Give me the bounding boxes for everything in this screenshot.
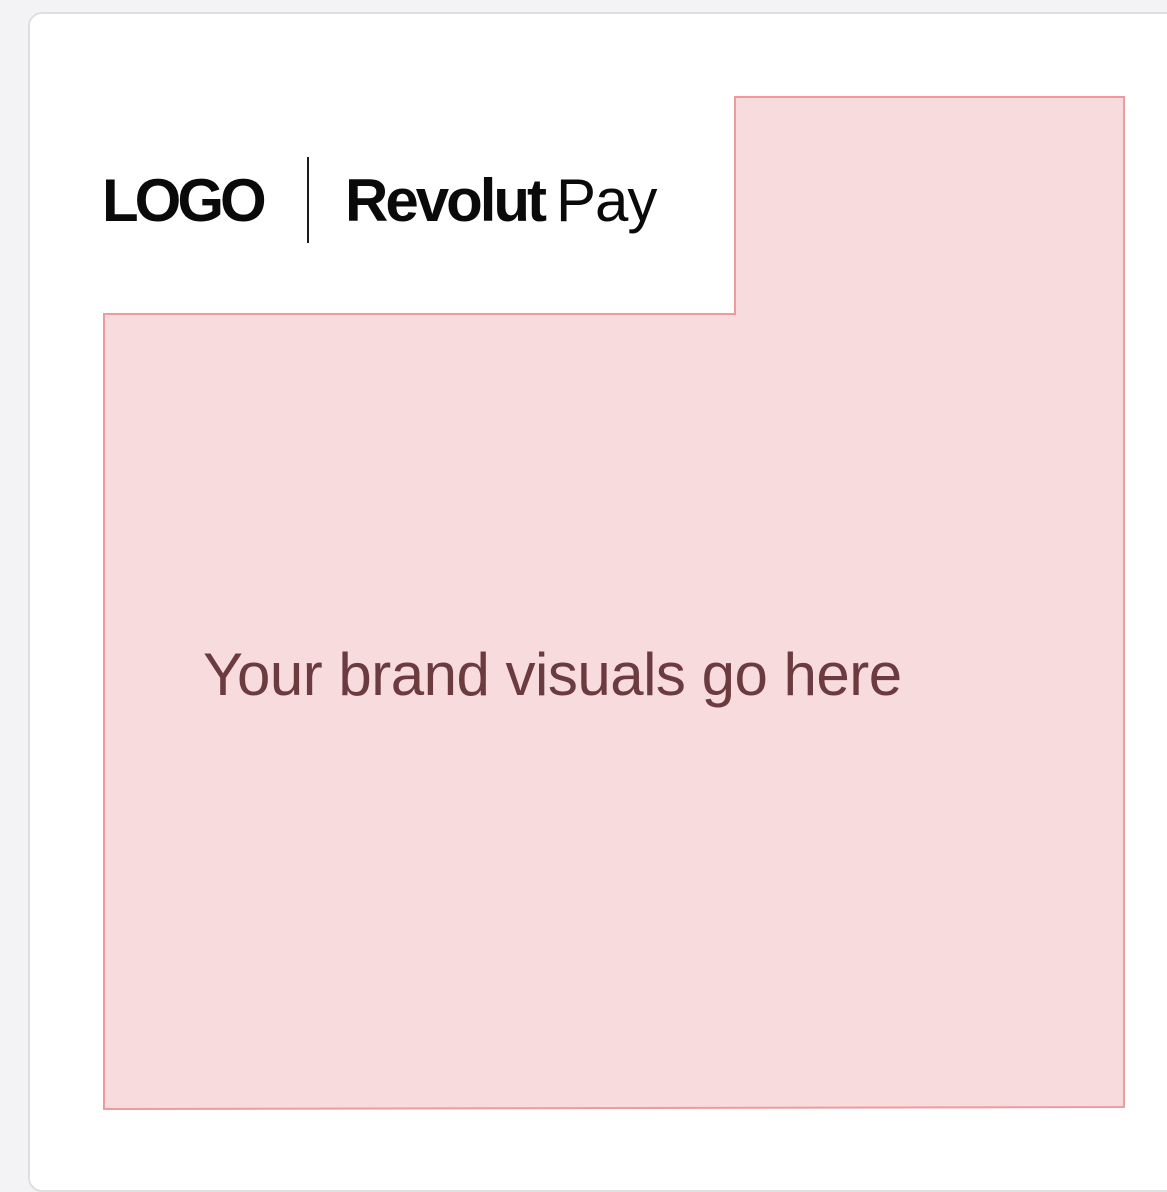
brand-visuals-label: Your brand visuals go here xyxy=(203,641,902,708)
revolut-pay-logo: Revolut Pay xyxy=(345,167,657,249)
pay-wordmark: Pay xyxy=(556,167,657,234)
logo-divider xyxy=(307,157,309,243)
merchant-logo: LOGO xyxy=(102,167,267,234)
revolut-wordmark: Revolut xyxy=(345,167,547,234)
